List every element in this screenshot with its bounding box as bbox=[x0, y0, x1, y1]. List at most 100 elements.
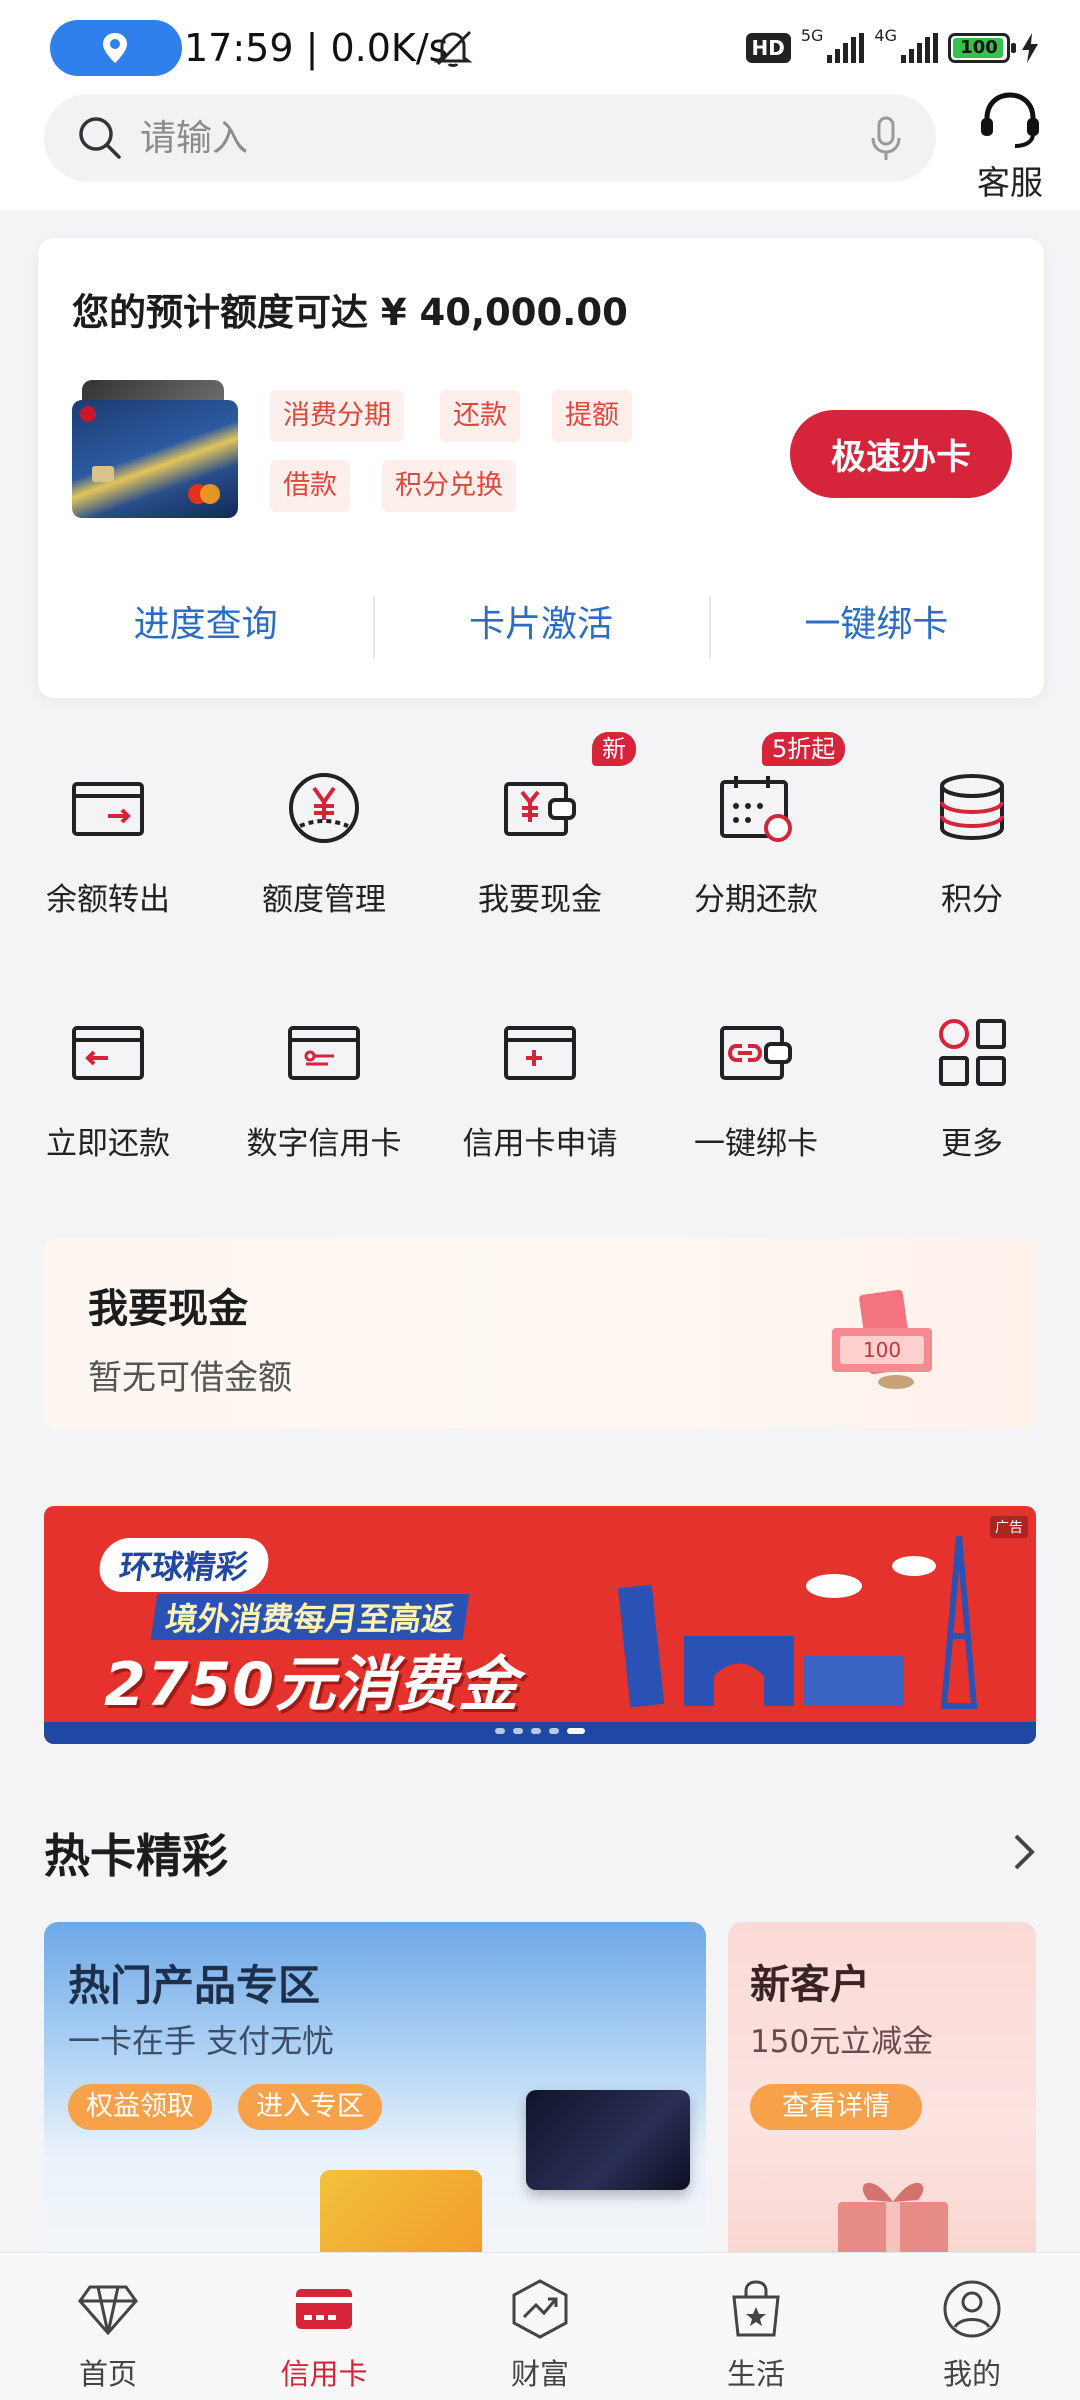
nav-label: 首页 bbox=[78, 2357, 137, 2391]
grid-label: 余额转出 bbox=[46, 882, 170, 918]
user-profile-icon bbox=[943, 2280, 1001, 2338]
battery-icon: 100 bbox=[948, 33, 1016, 63]
search-header: 客服 bbox=[0, 90, 1080, 210]
grid-label: 立即还款 bbox=[46, 1126, 170, 1162]
shopping-bag-icon bbox=[732, 2280, 780, 2337]
microphone-icon[interactable] bbox=[870, 116, 902, 162]
ad-tag: 广告 bbox=[990, 1516, 1028, 1538]
credit-card-image bbox=[72, 380, 238, 522]
customer-service-button[interactable]: 客服 bbox=[968, 90, 1052, 204]
nav-life[interactable]: 生活 bbox=[648, 2253, 864, 2400]
hd-badge: HD bbox=[745, 33, 791, 63]
hot-products-title: 热门产品专区 bbox=[68, 1961, 321, 2010]
customer-service-label: 客服 bbox=[977, 163, 1043, 202]
grid-cash[interactable]: 我要现金 新 bbox=[432, 732, 648, 938]
quick-apply-button[interactable]: 极速办卡 bbox=[790, 410, 1012, 498]
nav-label: 财富 bbox=[510, 2357, 569, 2391]
tag-repay[interactable]: 还款 bbox=[440, 390, 520, 442]
grid-label: 分期还款 bbox=[694, 882, 818, 918]
hot-products-card[interactable]: 热门产品专区 一卡在手 支付无忧 权益领取 进入专区 bbox=[44, 1922, 706, 2252]
wealth-chart-icon bbox=[512, 2279, 568, 2339]
cash-wallet-icon bbox=[504, 782, 576, 836]
battery-level: 100 bbox=[960, 37, 998, 58]
carousel-dot[interactable] bbox=[531, 1728, 541, 1734]
search-bar[interactable] bbox=[44, 94, 936, 182]
grid-label: 我要现金 bbox=[478, 882, 602, 918]
transfer-out-icon bbox=[72, 782, 144, 836]
grid-card-apply[interactable]: 信用卡申请 bbox=[432, 982, 648, 1182]
grid-installment-repay[interactable]: 分期还款 5折起 bbox=[648, 732, 864, 938]
status-time-speed: 17:59 | 0.0K/s bbox=[184, 26, 449, 70]
tag-installment[interactable]: 消费分期 bbox=[270, 390, 404, 442]
credit-card-icon bbox=[296, 2289, 352, 2329]
grid-points[interactable]: 积分 bbox=[864, 738, 1080, 938]
grid-digital-card[interactable]: 数字信用卡 bbox=[216, 982, 432, 1182]
grid-label: 数字信用卡 bbox=[246, 1126, 402, 1162]
points-stack-icon bbox=[940, 774, 1004, 841]
ad-pill-title: 环球精彩 bbox=[96, 1538, 272, 1592]
tag-borrow[interactable]: 借款 bbox=[270, 460, 350, 512]
cash-banner-title: 我要现金 bbox=[88, 1286, 248, 1332]
grid-label: 一键绑卡 bbox=[694, 1126, 818, 1162]
nav-credit-card[interactable]: 信用卡 bbox=[216, 2253, 432, 2400]
nav-label: 生活 bbox=[726, 2357, 785, 2391]
landmarks-illustration bbox=[617, 1535, 978, 1709]
ad-line-2: 境外消费每月至高返 bbox=[150, 1594, 470, 1640]
cartoon-card-image bbox=[320, 2170, 482, 2252]
ad-line-3: 2750元消费金 bbox=[104, 1650, 519, 1720]
grid-label: 更多 bbox=[941, 1126, 1003, 1162]
enter-zone-button[interactable]: 进入专区 bbox=[238, 2084, 382, 2130]
tag-raise-limit[interactable]: 提额 bbox=[552, 390, 632, 442]
installment-calendar-icon bbox=[720, 776, 792, 842]
money-label: 100 bbox=[863, 1338, 901, 1362]
tag-points-exchange[interactable]: 积分兑换 bbox=[382, 460, 516, 512]
more-grid-icon bbox=[939, 1019, 1006, 1086]
new-customer-subtitle: 150元立减金 bbox=[750, 2024, 934, 2060]
signal-5g-icon bbox=[827, 33, 865, 63]
progress-query-link[interactable]: 进度查询 bbox=[38, 590, 373, 660]
new-customer-card[interactable]: 新客户 150元立减金 查看详情 bbox=[728, 1922, 1036, 2252]
new-customer-title: 新客户 bbox=[750, 1962, 870, 2008]
limit-manage-icon bbox=[289, 773, 359, 843]
bind-card-link[interactable]: 一键绑卡 bbox=[708, 590, 1044, 660]
grid-limit-management[interactable]: 额度管理 bbox=[216, 738, 432, 938]
new-badge: 新 bbox=[592, 732, 636, 766]
discount-badge: 5折起 bbox=[762, 732, 846, 766]
nav-mine[interactable]: 我的 bbox=[864, 2253, 1080, 2400]
hot-products-subtitle: 一卡在手 支付无忧 bbox=[68, 2022, 335, 2060]
claim-benefits-button[interactable]: 权益领取 bbox=[68, 2084, 212, 2130]
search-input[interactable] bbox=[140, 108, 780, 168]
charging-bolt-icon bbox=[1022, 33, 1038, 63]
nav-label: 信用卡 bbox=[280, 2357, 368, 2391]
grid-label: 积分 bbox=[941, 882, 1003, 918]
credit-limit-title: 您的预计额度可达 ¥ 40,000.00 bbox=[72, 291, 628, 334]
quick-links: 进度查询 卡片激活 一键绑卡 bbox=[38, 590, 1044, 660]
grid-bind-card[interactable]: 一键绑卡 bbox=[648, 982, 864, 1182]
carousel-dots[interactable] bbox=[44, 1728, 1036, 1734]
repay-card-icon bbox=[72, 1026, 144, 1080]
search-icon bbox=[79, 117, 121, 159]
nav-wealth[interactable]: 财富 bbox=[432, 2253, 648, 2400]
signal-4g-icon bbox=[901, 33, 938, 63]
ad-banner[interactable]: 环球精彩 境外消费每月至高返 2750元消费金 广告 bbox=[44, 1506, 1036, 1744]
chevron-right-icon[interactable] bbox=[1010, 1832, 1038, 1872]
card-activate-link[interactable]: 卡片激活 bbox=[373, 590, 708, 660]
bind-card-icon bbox=[720, 1026, 792, 1080]
gift-box-icon bbox=[838, 2182, 948, 2252]
carousel-dot[interactable] bbox=[495, 1728, 505, 1734]
grid-more[interactable]: 更多 bbox=[864, 982, 1080, 1182]
cash-banner-subtitle: 暂无可借金额 bbox=[88, 1358, 292, 1398]
net-4g-label: 4G bbox=[874, 26, 897, 45]
carousel-dot-active[interactable] bbox=[567, 1728, 585, 1734]
location-pill[interactable] bbox=[50, 20, 182, 76]
cash-banner[interactable]: 我要现金 暂无可借金额 100 bbox=[44, 1238, 1036, 1428]
digital-card-icon bbox=[288, 1026, 360, 1080]
platinum-card-image bbox=[526, 2090, 690, 2190]
carousel-dot[interactable] bbox=[513, 1728, 523, 1734]
nav-home[interactable]: 首页 bbox=[0, 2253, 216, 2400]
view-details-button[interactable]: 查看详情 bbox=[750, 2084, 922, 2130]
grid-balance-transfer[interactable]: 余额转出 bbox=[0, 738, 216, 938]
carousel-dot[interactable] bbox=[549, 1728, 559, 1734]
money-stack-icon: 100 bbox=[832, 1289, 932, 1389]
grid-repay-now[interactable]: 立即还款 bbox=[0, 982, 216, 1182]
